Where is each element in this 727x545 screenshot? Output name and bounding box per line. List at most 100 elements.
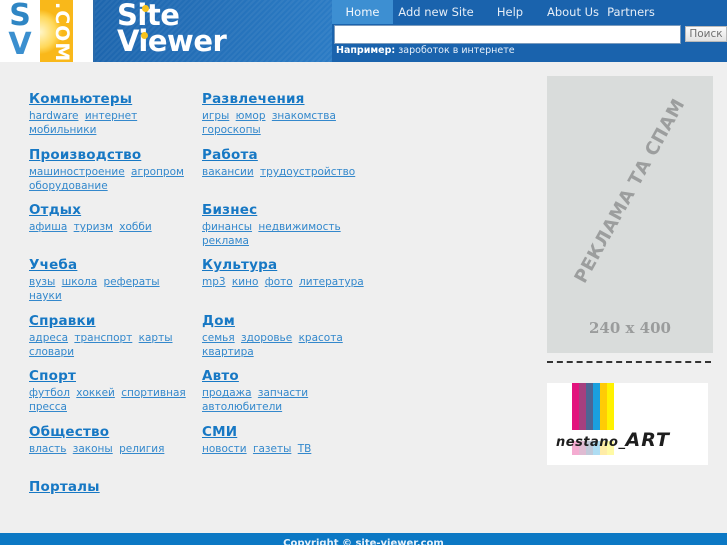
subcategory-link[interactable]: адреса [29, 332, 68, 344]
category-subcategory-list: адреса транспорт карты словари [29, 331, 201, 359]
category-title-link[interactable]: Учеба [29, 257, 201, 274]
category-subcategory-list: игры юмор знакомства гороскопы [202, 109, 374, 137]
category-title-link[interactable]: Культура [202, 257, 374, 274]
subcategory-link[interactable]: законы [73, 443, 113, 455]
logo-dot-icon [142, 5, 149, 12]
category-block: Дом семья здоровье красота квартира [202, 313, 374, 359]
subcategory-link[interactable]: трудоустройство [260, 166, 355, 178]
logo-separator [73, 0, 95, 62]
subcategory-link[interactable]: игры [202, 110, 229, 122]
category-title-link[interactable]: Порталы [29, 479, 201, 496]
subcategory-link[interactable]: афиша [29, 221, 67, 233]
copyright-text: Copyright © site-viewer.com [283, 538, 444, 545]
category-title-link[interactable]: Авто [202, 368, 374, 385]
subcategory-link[interactable]: транспорт [74, 332, 132, 344]
search-button[interactable]: Поиск [685, 26, 727, 42]
subcategory-link[interactable]: газеты [253, 443, 291, 455]
category-title-link[interactable]: Бизнес [202, 202, 374, 219]
subcategory-link[interactable]: гороскопы [202, 124, 261, 136]
category-subcategory-list: продажа запчасти автолюбители [202, 386, 374, 414]
category-subcategory-list: hardware интернет мобильники [29, 109, 201, 137]
subcategory-link[interactable]: религия [119, 443, 164, 455]
category-title-link[interactable]: СМИ [202, 424, 374, 441]
logo-letter-v: V [8, 27, 32, 62]
logo-brand-line2: Viewer [117, 24, 227, 58]
category-title-link[interactable]: Дом [202, 313, 374, 330]
banner-brand-art: ART [625, 429, 670, 451]
nestano-art-banner[interactable]: nestano_ART [547, 383, 708, 465]
subcategory-link[interactable]: вузы [29, 276, 55, 288]
category-subcategory-list: власть законы религия [29, 442, 201, 456]
category-subcategory-list: вакансии трудоустройство [202, 165, 374, 179]
subcategory-link[interactable]: литература [299, 276, 364, 288]
color-bar [593, 383, 600, 430]
subcategory-link[interactable]: знакомства [272, 110, 336, 122]
ad-placeholder[interactable]: РЕКЛАМА ТА СПАМ 240 x 400 [547, 76, 713, 353]
logo-site-viewer[interactable]: Site Viewer [95, 0, 332, 62]
subcategory-link[interactable]: хоккей [76, 387, 115, 399]
subcategory-link[interactable]: красота [299, 332, 343, 344]
dashed-divider [547, 361, 711, 364]
subcategory-link[interactable]: юмор [236, 110, 266, 122]
nav-item-help[interactable]: Help [479, 0, 541, 24]
subcategory-link[interactable]: запчасти [258, 387, 308, 399]
subcategory-link[interactable]: вакансии [202, 166, 254, 178]
category-title-link[interactable]: Спорт [29, 368, 201, 385]
color-bars-icon [572, 383, 614, 430]
subcategory-link[interactable]: карты [139, 332, 173, 344]
subcategory-link[interactable]: школа [62, 276, 98, 288]
subcategory-link[interactable]: пресса [29, 401, 67, 413]
subcategory-link[interactable]: hardware [29, 110, 78, 122]
subcategory-link[interactable]: туризм [74, 221, 113, 233]
subcategory-link[interactable]: фото [265, 276, 293, 288]
nav-item-about-us[interactable]: About Us [541, 0, 605, 24]
subcategory-link[interactable]: семья [202, 332, 235, 344]
subcategory-link[interactable]: продажа [202, 387, 252, 399]
subcategory-link[interactable]: машиностроение [29, 166, 125, 178]
color-bar [586, 383, 593, 430]
category-title-link[interactable]: Отдых [29, 202, 201, 219]
subcategory-link[interactable]: спортивная [121, 387, 185, 399]
subcategory-link[interactable]: mp3 [202, 276, 226, 288]
subcategory-link[interactable]: кино [232, 276, 258, 288]
category-subcategory-list: mp3 кино фото литература [202, 275, 374, 289]
subcategory-link[interactable]: квартира [202, 346, 254, 358]
subcategory-link[interactable]: интернет [85, 110, 137, 122]
subcategory-link[interactable]: рефераты [104, 276, 160, 288]
category-block: Спорт футбол хоккей спортивная пресса [29, 368, 201, 414]
banner-brand-text: nestano_ART [556, 429, 670, 451]
subcategory-link[interactable]: финансы [202, 221, 252, 233]
logo-sv-mark[interactable]: S V [0, 0, 40, 62]
subcategory-link[interactable]: автолюбители [202, 401, 282, 413]
search-input[interactable] [334, 25, 681, 44]
category-title-link[interactable]: Развлечения [202, 91, 374, 108]
category-block: Общество власть законы религия [29, 424, 201, 456]
subcategory-link[interactable]: мобильники [29, 124, 96, 136]
category-title-link[interactable]: Производство [29, 147, 201, 164]
main-nav: Home Add new Site Help About Us Partners [332, 0, 657, 24]
subcategory-link[interactable]: футбол [29, 387, 70, 399]
subcategory-link[interactable]: хобби [119, 221, 151, 233]
category-title-link[interactable]: Работа [202, 147, 374, 164]
logo-com-text: .COM [51, 2, 73, 62]
subcategory-link[interactable]: оборудование [29, 180, 108, 192]
nav-item-home[interactable]: Home [332, 0, 393, 24]
subcategory-link[interactable]: здоровье [241, 332, 292, 344]
category-block: Развлечения игры юмор знакомства гороскоп… [202, 91, 374, 137]
subcategory-link[interactable]: новости [202, 443, 247, 455]
subcategory-link[interactable]: словари [29, 346, 74, 358]
subcategory-link[interactable]: недвижимость [258, 221, 340, 233]
nav-item-partners[interactable]: Partners [605, 0, 657, 24]
subcategory-link[interactable]: ТВ [298, 443, 312, 455]
subcategory-link[interactable]: реклама [202, 235, 249, 247]
category-title-link[interactable]: Справки [29, 313, 201, 330]
category-title-link[interactable]: Компьютеры [29, 91, 201, 108]
subcategory-link[interactable]: науки [29, 290, 62, 302]
search-example-link[interactable]: зароботок в интернете [398, 45, 514, 56]
category-title-link[interactable]: Общество [29, 424, 201, 441]
nav-item-add-new-site[interactable]: Add new Site [393, 0, 479, 24]
category-block: СМИ новости газеты ТВ [202, 424, 374, 456]
category-block: Производство машиностроение агропром обор… [29, 147, 201, 193]
subcategory-link[interactable]: агропром [131, 166, 184, 178]
subcategory-link[interactable]: власть [29, 443, 66, 455]
